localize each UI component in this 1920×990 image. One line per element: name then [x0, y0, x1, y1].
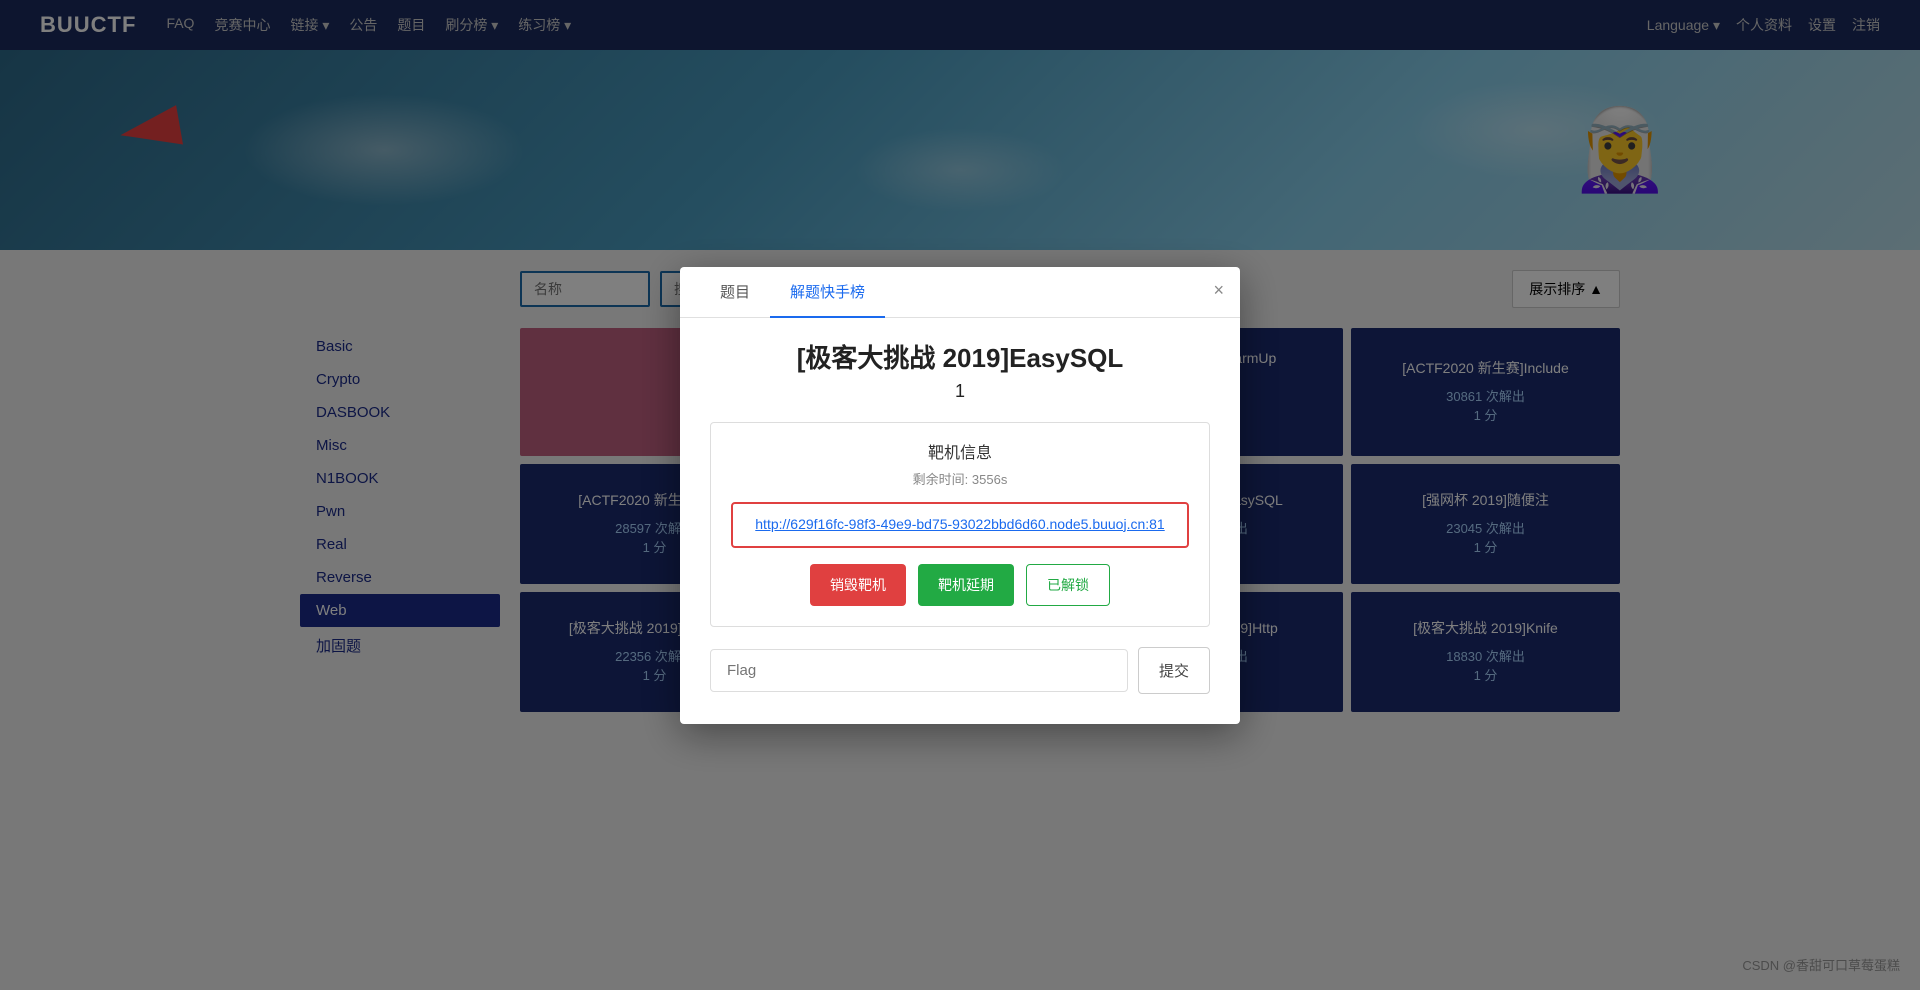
target-timer-value: 3556s [972, 472, 1007, 487]
target-info-box: 靶机信息 剩余时间: 3556s http://629f16fc-98f3-49… [710, 422, 1210, 627]
destroy-target-button[interactable]: 销毁靶机 [810, 564, 906, 606]
flag-input[interactable] [710, 649, 1128, 692]
target-timer-label: 剩余时间: [913, 472, 969, 487]
tab-leaderboard[interactable]: 解题快手榜 [770, 267, 885, 318]
modal-challenge-score: 1 [710, 381, 1210, 402]
submit-flag-button[interactable]: 提交 [1138, 647, 1210, 694]
extend-target-button[interactable]: 靶机延期 [918, 564, 1014, 606]
challenge-modal: 题目 解题快手榜 × [极客大挑战 2019]EasySQL 1 靶机信息 剩余… [680, 267, 1240, 724]
modal-tab-bar: 题目 解题快手榜 × [680, 267, 1240, 318]
target-timer: 剩余时间: 3556s [731, 469, 1189, 488]
flag-submit-row: 提交 [710, 647, 1210, 694]
modal-overlay[interactable]: 题目 解题快手榜 × [极客大挑战 2019]EasySQL 1 靶机信息 剩余… [0, 0, 1920, 990]
target-info-title: 靶机信息 [731, 439, 1189, 463]
modal-close-button[interactable]: × [1213, 281, 1224, 299]
modal-body: [极客大挑战 2019]EasySQL 1 靶机信息 剩余时间: 3556s h… [680, 318, 1240, 724]
target-url-box: http://629f16fc-98f3-49e9-bd75-93022bbd6… [731, 502, 1189, 548]
target-url-link[interactable]: http://629f16fc-98f3-49e9-bd75-93022bbd6… [755, 516, 1164, 532]
tab-problem[interactable]: 题目 [700, 267, 770, 318]
modal-challenge-title: [极客大挑战 2019]EasySQL [710, 338, 1210, 375]
target-actions: 销毁靶机 靶机延期 已解锁 [731, 564, 1189, 606]
already-solved-button[interactable]: 已解锁 [1026, 564, 1110, 606]
